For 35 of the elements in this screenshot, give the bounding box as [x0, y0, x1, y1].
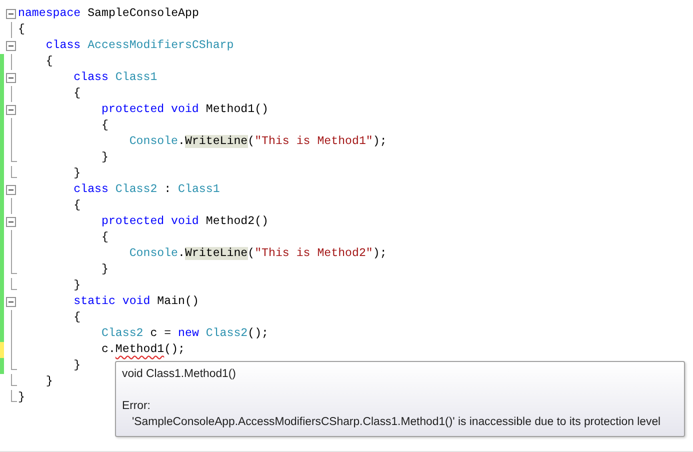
- code-line: static void Main(): [72, 294, 199, 310]
- code-line: protected void Method2(): [100, 214, 268, 230]
- code-line: }: [100, 262, 108, 278]
- collapse-icon[interactable]: [4, 182, 17, 198]
- collapse-icon[interactable]: [4, 214, 17, 230]
- code-line: {: [100, 230, 108, 246]
- code-line: Console.WriteLine("This is Method2");: [128, 246, 387, 262]
- code-line: {: [100, 118, 108, 134]
- code-line: }: [18, 390, 25, 406]
- code-line: }: [100, 150, 108, 166]
- code-line: class AccessModifiersCSharp: [44, 38, 234, 54]
- code-line: protected void Method1(): [100, 102, 268, 118]
- code-line: {: [18, 22, 25, 38]
- code-line: {: [72, 198, 81, 214]
- collapse-icon[interactable]: [4, 70, 17, 86]
- signature-text: void Class1.Method1(): [122, 367, 237, 382]
- code-line: }: [44, 374, 53, 390]
- code-line: namespace SampleConsoleApp: [18, 6, 199, 22]
- code-line: }: [72, 358, 81, 374]
- code-line: class Class1: [72, 70, 158, 86]
- code-line: c.Method1();: [100, 342, 185, 358]
- code-line: {: [72, 310, 81, 326]
- code-line: class Class2 : Class1: [72, 182, 220, 198]
- code-line: }: [72, 278, 81, 294]
- code-line: {: [44, 54, 53, 70]
- code-line: }: [72, 166, 81, 182]
- code-line: {: [72, 86, 81, 102]
- code-line: Console.WriteLine("This is Method1");: [128, 134, 387, 150]
- collapse-icon[interactable]: [4, 6, 17, 22]
- code-line: Class2 c = new Class2();: [100, 326, 268, 342]
- collapse-icon[interactable]: [4, 102, 17, 118]
- collapse-icon[interactable]: [4, 38, 17, 54]
- error-label: Error:: [122, 399, 152, 414]
- error-message: 'SampleConsoleApp.AccessModifiersCSharp.Class1.Method1()' is inaccessible due to its protection level: [131, 415, 662, 430]
- collapse-icon[interactable]: [4, 294, 17, 310]
